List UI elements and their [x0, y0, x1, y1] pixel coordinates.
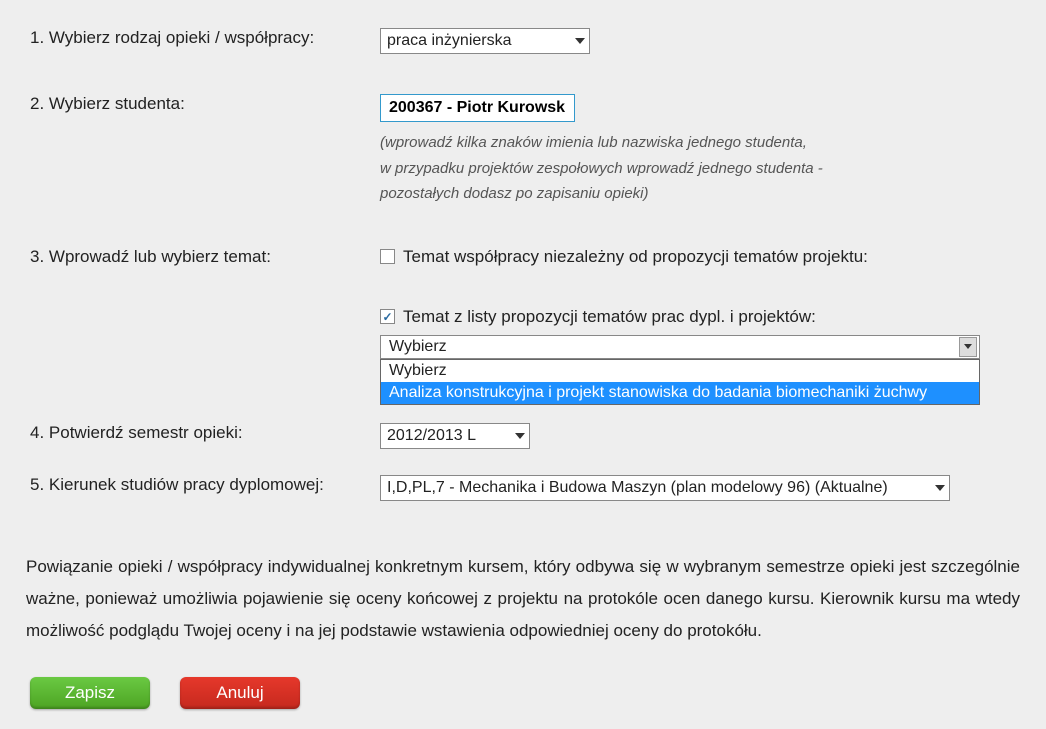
- label-study-field: 5. Kierunek studiów pracy dyplomowej:: [30, 475, 324, 494]
- select-topic[interactable]: Wybierz: [380, 335, 980, 359]
- checkbox-independent-topic[interactable]: Temat współpracy niezależny od propozycj…: [380, 247, 1026, 267]
- save-button[interactable]: Zapisz: [30, 677, 150, 709]
- checkbox-box-independent[interactable]: [380, 249, 395, 264]
- label-semester: 4. Potwierdź semestr opieki:: [30, 423, 243, 442]
- row-student: 2. Wybierz studenta: (wprowadź kilka zna…: [20, 94, 1026, 207]
- row-topic: 3. Wprowadź lub wybierz temat: Temat wsp…: [20, 247, 1026, 405]
- chevron-down-icon: [575, 38, 585, 44]
- chevron-down-icon: [935, 485, 945, 491]
- label-supervision-type: 1. Wybierz rodzaj opieki / współpracy:: [30, 28, 314, 47]
- hint-student: (wprowadź kilka znaków imienia lub nazwi…: [380, 130, 1026, 207]
- select-semester-value: 2012/2013 L: [387, 427, 476, 445]
- input-student[interactable]: [380, 94, 575, 122]
- row-study-field: 5. Kierunek studiów pracy dyplomowej: I,…: [20, 475, 1026, 501]
- hint-student-line2: w przypadku projektów zespołowych wprowa…: [380, 156, 1026, 182]
- select-topic-wrap: Wybierz Wybierz Analiza konstrukcyjna i …: [380, 335, 980, 405]
- select-semester[interactable]: 2012/2013 L: [380, 423, 530, 449]
- select-supervision-type-value: praca inżynierska: [387, 32, 512, 50]
- select-supervision-type[interactable]: praca inżynierska: [380, 28, 590, 54]
- row-semester: 4. Potwierdź semestr opieki: 2012/2013 L: [20, 423, 1026, 449]
- checkbox-fromlist-label: Temat z listy propozycji tematów prac dy…: [403, 307, 816, 327]
- cancel-button[interactable]: Anuluj: [180, 677, 300, 709]
- checkbox-independent-label: Temat współpracy niezależny od propozycj…: [403, 247, 868, 267]
- chevron-down-icon: [959, 337, 977, 357]
- select-study-field-value: I,D,PL,7 - Mechanika i Budowa Maszyn (pl…: [387, 479, 888, 497]
- checkbox-box-fromlist[interactable]: [380, 309, 395, 324]
- label-topic: 3. Wprowadź lub wybierz temat:: [30, 247, 271, 266]
- hint-student-line3: pozostałych dodasz po zapisaniu opieki): [380, 181, 1026, 207]
- select-study-field[interactable]: I,D,PL,7 - Mechanika i Budowa Maszyn (pl…: [380, 475, 950, 501]
- select-topic-options: Wybierz Analiza konstrukcyjna i projekt …: [380, 359, 980, 405]
- info-paragraph: Powiązanie opieki / współpracy indywidua…: [20, 551, 1026, 648]
- button-row: Zapisz Anuluj: [20, 677, 1026, 709]
- topic-option-0[interactable]: Wybierz: [381, 360, 979, 382]
- label-student: 2. Wybierz studenta:: [30, 94, 185, 113]
- checkbox-fromlist-topic[interactable]: Temat z listy propozycji tematów prac dy…: [380, 307, 1026, 327]
- chevron-down-icon: [515, 433, 525, 439]
- select-topic-value: Wybierz: [389, 338, 447, 356]
- topic-option-1[interactable]: Analiza konstrukcyjna i projekt stanowis…: [381, 382, 979, 404]
- row-supervision-type: 1. Wybierz rodzaj opieki / współpracy: p…: [20, 28, 1026, 54]
- hint-student-line1: (wprowadź kilka znaków imienia lub nazwi…: [380, 130, 1026, 156]
